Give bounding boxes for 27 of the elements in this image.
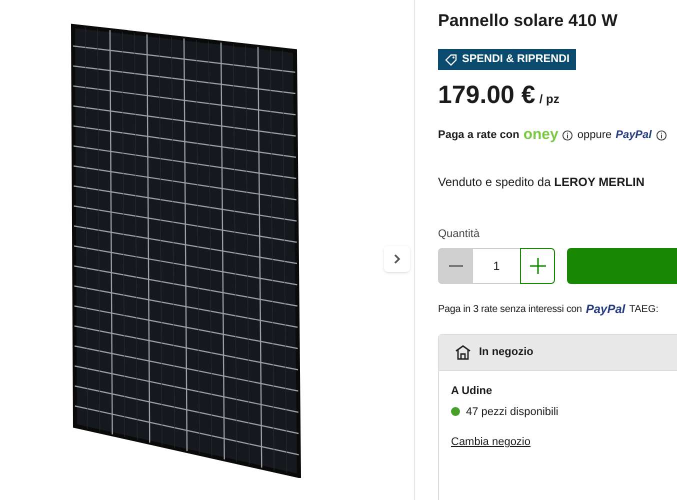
quantity-label: Quantità [438,226,481,242]
seller-text: Venduto e spedito da LEROY MERLIN [438,174,646,190]
paypal-logo: PayPal [586,301,626,318]
change-store-link[interactable]: Cambia negozio [451,434,530,450]
product-title: Pannello solare 410 W [438,10,619,32]
store-card-title: In negozio [479,345,534,360]
promo-text: SPENDI & RIPRENDI [462,52,570,68]
price-unit: / pz [539,90,560,108]
plus-icon [530,258,546,274]
quantity-field[interactable]: 1 [473,248,520,284]
info-icon[interactable] [562,130,574,141]
minus-icon [448,265,462,267]
availability-text: 47 pezzi disponibili [466,404,558,420]
oney-logo: oney [523,125,558,145]
price: 179.00 € [438,80,536,110]
or-label: oppure [577,128,612,143]
store-city: A Udine [451,384,494,399]
installments-text: Paga in 3 rate senza interessi con [438,302,582,316]
increase-button[interactable] [520,248,555,284]
installments-label: Paga a rate con [438,128,520,143]
chevron-right-icon [393,254,401,264]
info-icon[interactable] [656,130,667,141]
taeg-label: TAEG: [629,302,658,316]
tag-icon [444,52,458,66]
store-icon [455,345,471,360]
paypal-logo: PayPal [616,128,652,143]
next-image-button[interactable] [384,246,410,272]
